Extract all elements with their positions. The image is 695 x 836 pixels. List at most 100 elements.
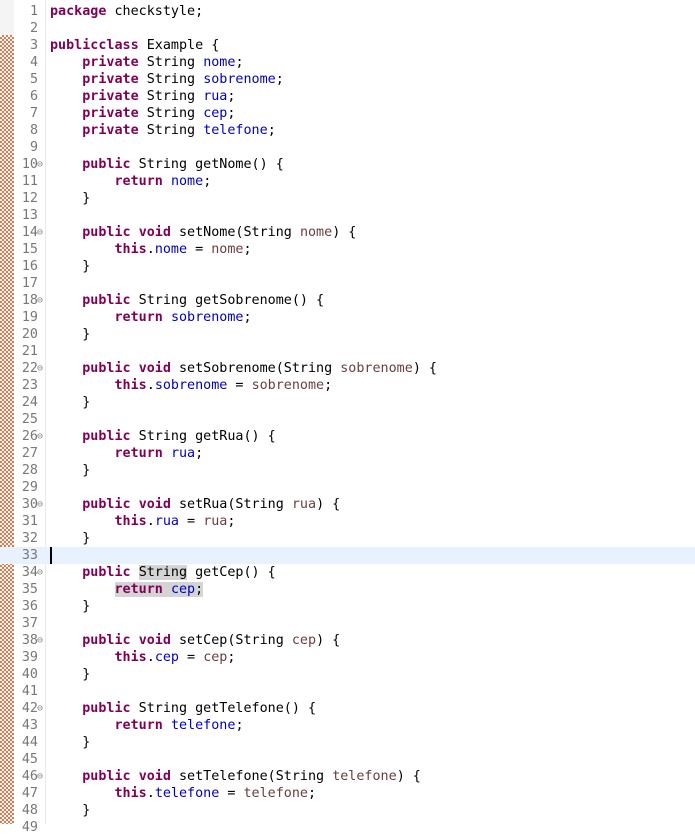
code-text: return rua;: [50, 445, 204, 462]
line-number: 38: [21, 633, 38, 648]
code-line[interactable]: 20 }: [0, 326, 695, 343]
code-line[interactable]: 32 }: [0, 530, 695, 547]
fold-collapse-icon[interactable]: ⊖: [37, 360, 43, 377]
line-number: 44: [21, 735, 38, 750]
code-line[interactable]: 13: [0, 207, 695, 224]
code-line[interactable]: 34 ⊖ public String getCep() {: [0, 564, 695, 581]
fold-collapse-icon[interactable]: ⊖: [37, 700, 43, 717]
code-line[interactable]: 35 return cep;: [0, 581, 695, 598]
code-token: =: [227, 378, 252, 393]
code-line[interactable]: 25: [0, 411, 695, 428]
code-text: return telefone;: [50, 717, 244, 734]
code-line[interactable]: 31 this.rua = rua;: [0, 513, 695, 530]
text-caret: [50, 547, 52, 564]
code-text: }: [50, 258, 90, 275]
fold-collapse-icon[interactable]: ⊖: [37, 428, 43, 445]
fold-collapse-icon[interactable]: ⊖: [37, 768, 43, 785]
code-line[interactable]: 2: [0, 20, 695, 37]
fold-collapse-icon[interactable]: ⊖: [37, 496, 43, 513]
code-line[interactable]: 30 ⊖ public void setRua(String rua) {: [0, 496, 695, 513]
parameter-token: telefone: [243, 786, 309, 801]
code-line[interactable]: 17: [0, 275, 695, 292]
fold-collapse-icon[interactable]: ⊖: [37, 156, 43, 173]
code-line[interactable]: 38 ⊖ public void setCep(String cep) {: [0, 632, 695, 649]
line-number: 22: [21, 361, 38, 376]
code-text: this.telefone = telefone;: [50, 785, 317, 802]
line-number: 11: [21, 174, 38, 189]
code-line[interactable]: 39 this.cep = cep;: [0, 649, 695, 666]
code-text: }: [50, 802, 90, 819]
code-line[interactable]: 29: [0, 479, 695, 496]
code-line[interactable]: 11 return nome;: [0, 173, 695, 190]
code-token: ;: [227, 106, 236, 121]
line-number: 37: [21, 616, 38, 631]
line-number: 33: [21, 548, 38, 563]
code-text: public String getSobrenome() {: [50, 292, 324, 309]
code-line[interactable]: 27 return rua;: [0, 445, 695, 462]
code-line[interactable]: 22 ⊖ public void setSobrenome(String sobr…: [0, 360, 695, 377]
line-number: 12: [21, 191, 38, 206]
fold-collapse-icon[interactable]: ⊖: [37, 564, 43, 581]
code-line[interactable]: 4 private String nome;: [0, 54, 695, 71]
fold-collapse-icon[interactable]: ⊖: [37, 224, 43, 241]
code-line[interactable]: 19 return sobrenome;: [0, 309, 695, 326]
code-line[interactable]: 46 ⊖ public void setTelefone(String telef…: [0, 768, 695, 785]
code-line[interactable]: 43 return telefone;: [0, 717, 695, 734]
code-line[interactable]: 37: [0, 615, 695, 632]
code-line[interactable]: 26 ⊖ public String getRua() {: [0, 428, 695, 445]
code-line[interactable]: 21: [0, 343, 695, 360]
code-line[interactable]: 14 ⊖ public void setNome(String nome) {: [0, 224, 695, 241]
line-number: 25: [21, 412, 38, 427]
code-line[interactable]: 16 }: [0, 258, 695, 275]
code-token: .: [146, 242, 155, 257]
code-line[interactable]: 8 private String telefone;: [0, 122, 695, 139]
code-editor[interactable]: 1 package checkstyle; 2 3 publicclass Exampl…: [0, 0, 695, 835]
parameter-token: sobrenome: [251, 378, 325, 393]
line-number: 14: [21, 225, 38, 240]
fold-collapse-icon[interactable]: ⊖: [37, 632, 43, 649]
code-token: setCep(String: [170, 633, 292, 648]
parameter-token: telefone: [332, 769, 397, 784]
field-token: telefone: [154, 786, 220, 801]
code-line[interactable]: 36 }: [0, 598, 695, 615]
code-line[interactable]: 15 this.nome = nome;: [0, 241, 695, 258]
code-text: public void setSobrenome(String sobrenom…: [50, 360, 437, 377]
keyword-token: public: [82, 225, 131, 240]
code-line[interactable]: 49: [0, 819, 695, 836]
line-number: 9: [29, 140, 38, 155]
code-line[interactable]: 40 }: [0, 666, 695, 683]
code-line[interactable]: 28 }: [0, 462, 695, 479]
field-token: telefone: [170, 718, 236, 733]
line-number: 35: [21, 582, 38, 597]
code-line[interactable]: 44 }: [0, 734, 695, 751]
code-line[interactable]: 1 package checkstyle;: [0, 3, 695, 20]
code-line[interactable]: 6 private String rua;: [0, 88, 695, 105]
code-line[interactable]: 47 this.telefone = telefone;: [0, 785, 695, 802]
code-line[interactable]: 23 this.sobrenome = sobrenome;: [0, 377, 695, 394]
code-line[interactable]: 9: [0, 139, 695, 156]
code-line[interactable]: 3 publicclass Example {: [0, 37, 695, 54]
code-line[interactable]: 45: [0, 751, 695, 768]
code-text: public void setTelefone(String telefone)…: [50, 768, 421, 785]
code-token: =: [187, 242, 212, 257]
code-token: ;: [227, 650, 236, 665]
code-token: ;: [275, 72, 284, 87]
code-line[interactable]: 48 }: [0, 802, 695, 819]
code-line[interactable]: 12 }: [0, 190, 695, 207]
code-text: this.rua = rua;: [50, 513, 236, 530]
code-line[interactable]: 24 }: [0, 394, 695, 411]
code-line[interactable]: 18 ⊖ public String getSobrenome() {: [0, 292, 695, 309]
current-line[interactable]: 33: [0, 547, 695, 564]
line-number: 4: [29, 55, 38, 70]
code-line[interactable]: 7 private String cep;: [0, 105, 695, 122]
code-line[interactable]: 41: [0, 683, 695, 700]
code-text: }: [50, 734, 90, 751]
keyword-token: public: [82, 361, 131, 376]
code-line[interactable]: 10 ⊖ public String getNome() {: [0, 156, 695, 173]
fold-collapse-icon[interactable]: ⊖: [37, 292, 43, 309]
code-token: ;: [195, 446, 204, 461]
code-line[interactable]: 42 ⊖ public String getTelefone() {: [0, 700, 695, 717]
code-line[interactable]: 5 private String sobrenome;: [0, 71, 695, 88]
